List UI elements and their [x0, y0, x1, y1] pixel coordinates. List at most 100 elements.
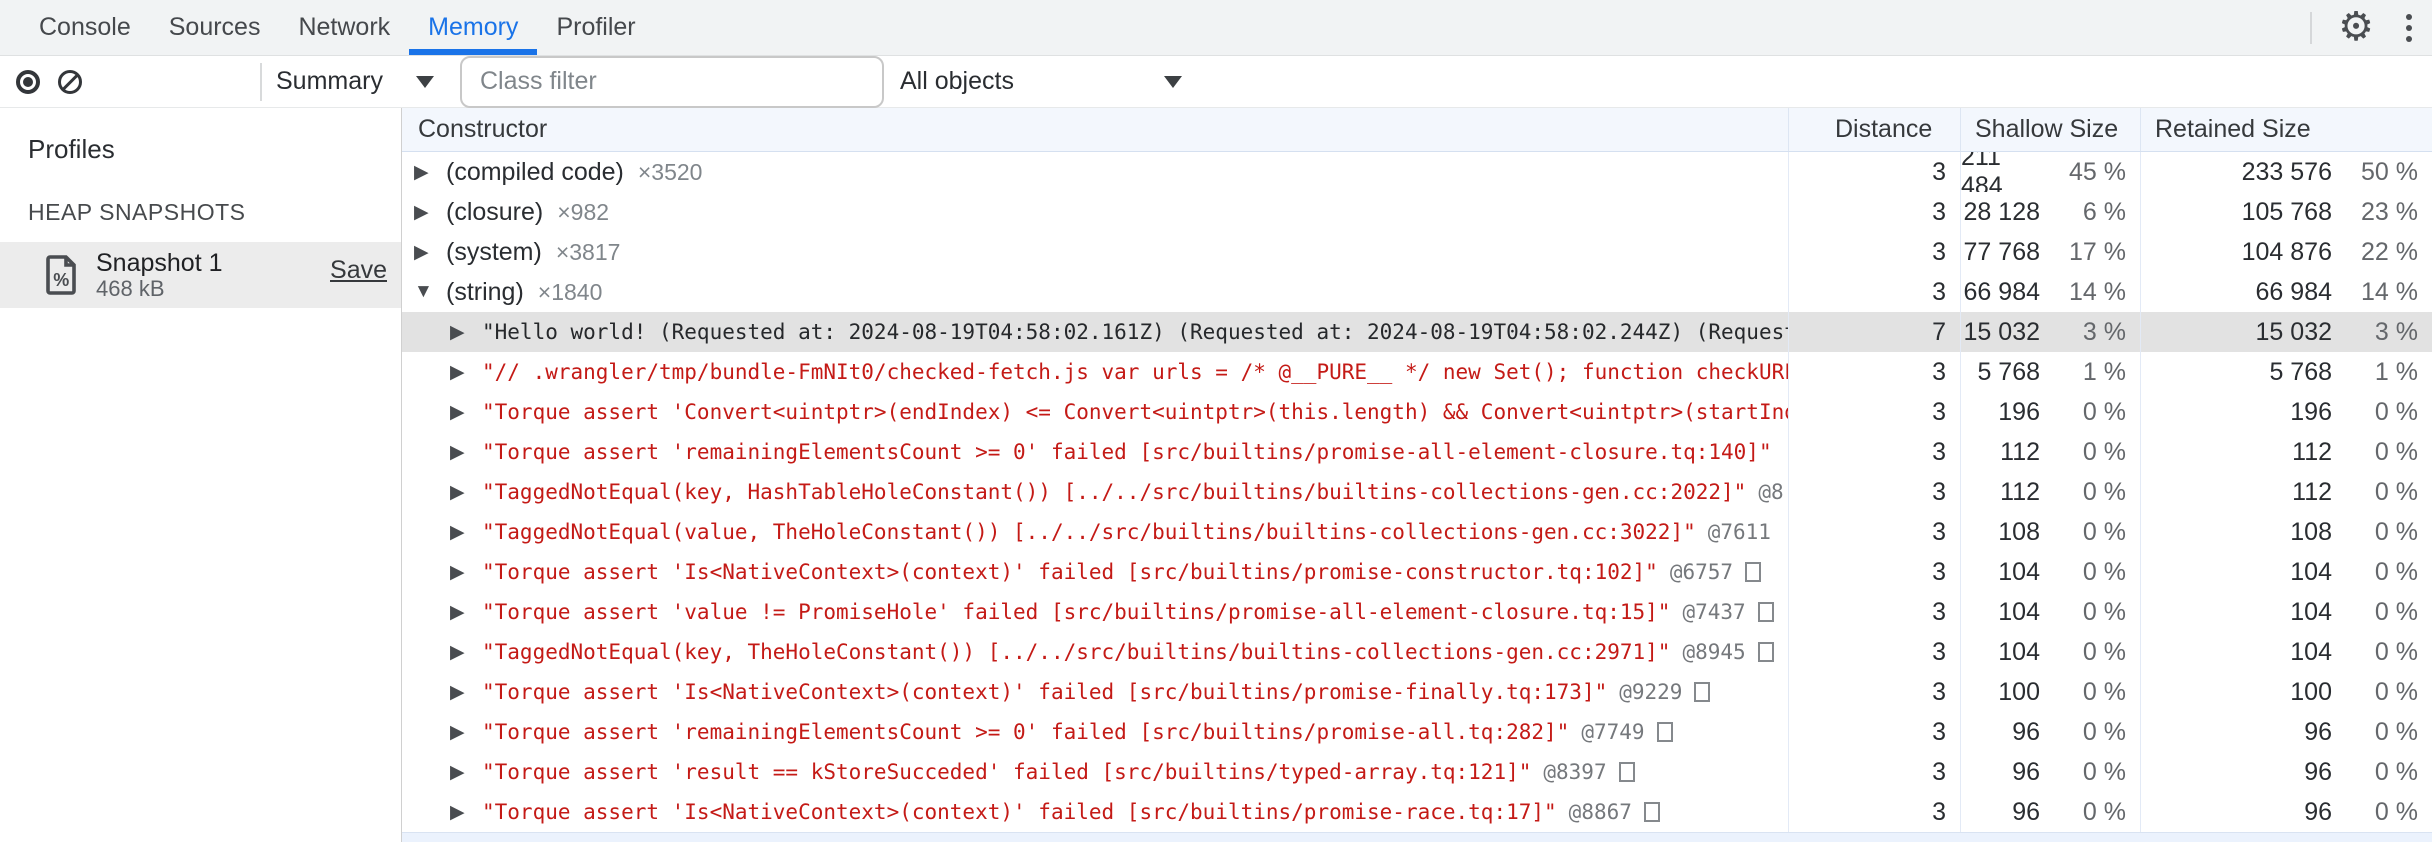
distance-cell: 3: [1788, 152, 1960, 192]
tab-memory[interactable]: Memory: [409, 0, 538, 55]
distance-cell: 7: [1788, 312, 1960, 352]
string-instance-row[interactable]: ▶ "// .wrangler/tmp/bundle-FmNIt0/checked…: [402, 352, 2432, 392]
distance-value: 3: [1932, 277, 1946, 306]
clear-profiles-icon[interactable]: [58, 69, 82, 94]
string-instance-row[interactable]: ▶ "Torque assert 'result == kStoreSuccede…: [402, 752, 2432, 792]
snapshot-list-item[interactable]: % Snapshot 1 468 kB Save: [0, 242, 401, 308]
distance-value: 3: [1932, 197, 1946, 226]
tab-console[interactable]: Console: [20, 0, 150, 55]
collapsed-arrow-icon[interactable]: ▶: [450, 401, 476, 424]
retained-size-percent: 14 %: [2361, 277, 2418, 306]
collapsed-arrow-icon[interactable]: ▶: [450, 721, 476, 744]
shallow-size-percent: 6 %: [2082, 197, 2126, 226]
column-header-shallow-size[interactable]: Shallow Size: [1960, 108, 2140, 151]
retained-size-percent: 0 %: [2374, 717, 2418, 746]
constructor-name: (system): [446, 237, 542, 266]
objects-select[interactable]: All objects: [900, 67, 1182, 96]
instance-count: ×982: [557, 198, 610, 225]
string-value: "Torque assert 'Is<NativeContext>(contex…: [482, 560, 1658, 584]
string-instance-row[interactable]: ▶ "Torque assert 'value != PromiseHole' f…: [402, 592, 2432, 632]
shallow-size-value: 96: [2012, 717, 2040, 746]
string-instance-row[interactable]: ▶ "TaggedNotEqual(value, TheHoleConstant(…: [402, 512, 2432, 552]
grid-filler-stripe: [402, 832, 2432, 842]
string-instance-row[interactable]: ▶ "Torque assert 'Is<NativeContext>(conte…: [402, 672, 2432, 712]
collapsed-arrow-icon[interactable]: ▶: [414, 241, 440, 264]
object-id: @7611: [1707, 520, 1771, 544]
shallow-size-value: 112: [2000, 437, 2040, 466]
objects-select-value: All objects: [900, 67, 1014, 95]
constructor-group-row[interactable]: ▼ (string) ×1840 3 66 984 14 % 66 984 14 %: [402, 272, 2432, 312]
constructor-cell: ▶ "Hello world! (Requested at: 2024-08-19…: [402, 312, 1788, 352]
string-instance-row[interactable]: ▶ "Torque assert 'Convert<uintptr>(endInd…: [402, 392, 2432, 432]
string-instance-row[interactable]: ▶ "Torque assert 'Is<NativeContext>(conte…: [402, 552, 2432, 592]
distance-cell: 3: [1788, 552, 1960, 592]
string-instance-row[interactable]: ▶ "Torque assert 'remainingElementsCount …: [402, 712, 2432, 752]
collapsed-arrow-icon[interactable]: ▶: [450, 641, 476, 664]
distance-cell: 3: [1788, 232, 1960, 272]
retained-size-cell: 15 032 3 %: [2140, 312, 2432, 352]
distance-value: 3: [1932, 677, 1946, 706]
retained-size-value: 105 768: [2241, 197, 2332, 226]
record-heap-snapshot-icon[interactable]: [16, 69, 40, 94]
objects-caret-icon: [1164, 75, 1182, 88]
collapsed-arrow-icon[interactable]: ▶: [450, 441, 476, 464]
shallow-size-value: 108: [1998, 517, 2040, 546]
settings-gear-icon[interactable]: ⚙: [2338, 7, 2374, 47]
tab-network[interactable]: Network: [279, 0, 409, 55]
collapsed-arrow-icon[interactable]: ▶: [414, 161, 440, 184]
object-id: @8: [1758, 480, 1784, 504]
constructor-group-row[interactable]: ▶ (closure) ×982 3 28 128 6 % 105 768 23 %: [402, 192, 2432, 232]
collapsed-arrow-icon[interactable]: ▶: [450, 801, 476, 824]
expanded-arrow-icon[interactable]: ▼: [414, 281, 440, 303]
perspective-select[interactable]: Summary: [276, 67, 388, 96]
string-instance-row[interactable]: ▶ "TaggedNotEqual(key, TheHoleConstant())…: [402, 632, 2432, 672]
shallow-size-cell: 96 0 %: [1960, 752, 2140, 792]
shallow-size-cell: 108 0 %: [1960, 512, 2140, 552]
constructor-cell: ▶ "Torque assert 'Is<NativeContext>(conte…: [402, 672, 1788, 712]
shallow-size-cell: 104 0 %: [1960, 632, 2140, 672]
collapsed-arrow-icon[interactable]: ▶: [450, 361, 476, 384]
constructor-group-row[interactable]: ▶ (system) ×3817 3 77 768 17 % 104 876 22 %: [402, 232, 2432, 272]
snapshot-save-link[interactable]: Save: [330, 256, 387, 285]
collapsed-arrow-icon[interactable]: ▶: [450, 601, 476, 624]
constructor-group-row[interactable]: ▶ (compiled code) ×3520 3 211 484 45 % 233 576…: [402, 152, 2432, 192]
class-filter-input[interactable]: [460, 55, 884, 108]
collapsed-arrow-icon[interactable]: ▶: [450, 681, 476, 704]
string-instance-row[interactable]: ▶ "Torque assert 'Is<NativeContext>(conte…: [402, 792, 2432, 832]
collapsed-arrow-icon[interactable]: ▶: [450, 521, 476, 544]
retained-size-value: 96: [2304, 797, 2332, 826]
collapsed-arrow-icon[interactable]: ▶: [450, 321, 476, 344]
tab-sources[interactable]: Sources: [150, 0, 280, 55]
object-id: @9229: [1619, 680, 1683, 704]
toolbar-separator: [2310, 12, 2313, 44]
constructor-cell: ▶ (compiled code) ×3520: [402, 152, 1788, 192]
column-header-constructor[interactable]: Constructor: [402, 108, 1788, 151]
heap-snapshot-data-grid: Constructor Distance Shallow Size Retain…: [402, 108, 2432, 842]
collapsed-arrow-icon[interactable]: ▶: [450, 761, 476, 784]
retained-size-cell: 96 0 %: [2140, 792, 2432, 832]
retained-size-value: 104: [2290, 637, 2332, 666]
string-instance-row[interactable]: ▶ "Torque assert 'remainingElementsCount …: [402, 432, 2432, 472]
column-header-retained-size[interactable]: Retained Size: [2140, 108, 2432, 151]
shallow-size-cell: 66 984 14 %: [1960, 272, 2140, 312]
tab-profiler[interactable]: Profiler: [537, 0, 654, 55]
toolbar-divider: [260, 62, 262, 101]
string-value: "Torque assert 'Convert<uintptr>(endInde…: [482, 400, 1788, 424]
distance-cell: 3: [1788, 672, 1960, 712]
shallow-size-cell: 28 128 6 %: [1960, 192, 2140, 232]
constructor-cell: ▶ "Torque assert 'remainingElementsCount …: [402, 712, 1788, 752]
string-instance-row[interactable]: ▶ "TaggedNotEqual(key, HashTableHoleConst…: [402, 472, 2432, 512]
distance-cell: 3: [1788, 432, 1960, 472]
string-instance-row[interactable]: ▶ "Hello world! (Requested at: 2024-08-19…: [402, 312, 2432, 352]
shallow-size-percent: 0 %: [2082, 597, 2126, 626]
shallow-size-percent: 0 %: [2082, 717, 2126, 746]
object-marker-icon: [1757, 602, 1774, 622]
column-header-distance[interactable]: Distance: [1788, 108, 1960, 151]
collapsed-arrow-icon[interactable]: ▶: [450, 481, 476, 504]
object-id: @7749: [1581, 720, 1645, 744]
more-options-kebab-icon[interactable]: [2400, 10, 2418, 46]
retained-size-value: 96: [2304, 757, 2332, 786]
distance-value: 3: [1932, 517, 1946, 546]
collapsed-arrow-icon[interactable]: ▶: [450, 561, 476, 584]
collapsed-arrow-icon[interactable]: ▶: [414, 201, 440, 224]
